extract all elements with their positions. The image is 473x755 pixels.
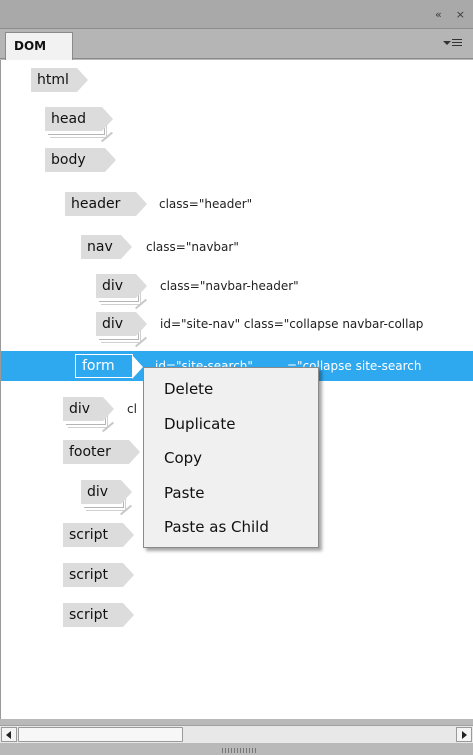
attr-nav: class="navbar": [146, 240, 239, 254]
tag-div[interactable]: div: [96, 312, 147, 336]
close-icon[interactable]: ×: [456, 9, 465, 21]
tag-script[interactable]: script: [63, 563, 134, 587]
tag-div[interactable]: div: [96, 274, 147, 298]
resize-grip-icon[interactable]: [222, 748, 258, 753]
panel-tabbar: DOM: [0, 29, 473, 60]
tag-header[interactable]: header: [65, 192, 147, 216]
tag-div[interactable]: div: [63, 397, 114, 421]
tag-body[interactable]: body: [45, 148, 116, 172]
menu-item-duplicate[interactable]: Duplicate: [144, 407, 318, 442]
panel-controls: « ×: [435, 9, 465, 21]
attr-div-navbar-header: class="navbar-header": [160, 279, 299, 293]
tab-dom[interactable]: DOM: [5, 32, 73, 60]
menu-item-paste[interactable]: Paste: [144, 476, 318, 511]
context-menu: Delete Duplicate Copy Paste Paste as Chi…: [143, 367, 319, 548]
panel-menu-icon[interactable]: [443, 37, 465, 51]
tag-html[interactable]: html: [31, 68, 88, 92]
menu-item-paste-as-child[interactable]: Paste as Child: [144, 510, 318, 545]
tag-footer[interactable]: footer: [63, 440, 140, 464]
scroll-left-icon[interactable]: [1, 727, 17, 742]
tag-div[interactable]: div: [81, 480, 132, 504]
scroll-right-icon[interactable]: [456, 727, 472, 742]
tag-nav[interactable]: nav: [81, 235, 132, 259]
tag-script[interactable]: script: [63, 523, 134, 547]
horizontal-scrollbar[interactable]: [0, 725, 473, 743]
menu-item-copy[interactable]: Copy: [144, 441, 318, 476]
menu-item-delete[interactable]: Delete: [144, 372, 318, 407]
tag-form[interactable]: form: [75, 354, 143, 379]
collapse-icon[interactable]: «: [435, 9, 442, 21]
attr-div: cl: [127, 402, 137, 416]
attr-header: class="header": [159, 197, 253, 211]
tag-script[interactable]: script: [63, 603, 134, 627]
attr-div-site-nav: id="site-nav" class="collapse navbar-col…: [160, 317, 424, 331]
panel-titlebar: « ×: [0, 0, 473, 29]
tag-head[interactable]: head: [45, 107, 113, 131]
scroll-thumb[interactable]: [18, 727, 183, 742]
